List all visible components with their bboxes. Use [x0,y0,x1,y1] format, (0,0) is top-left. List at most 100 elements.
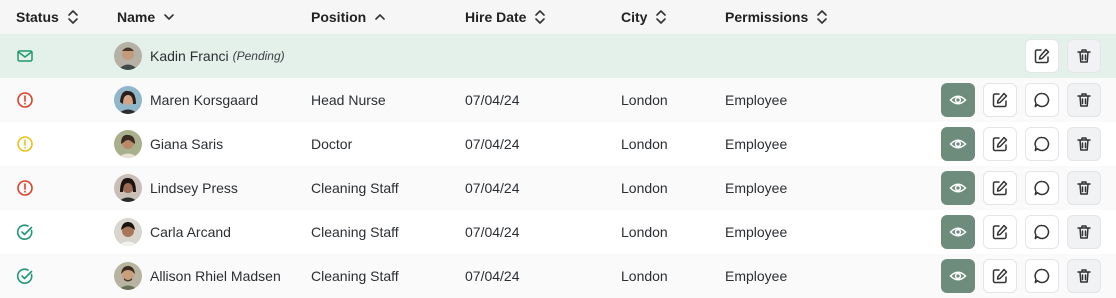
message-button[interactable] [1025,171,1059,205]
mail-icon [17,50,33,62]
chat-bubble-icon [1034,136,1050,152]
avatar [114,262,142,290]
table-row[interactable]: Carla Arcand Cleaning Staff 07/04/24 Lon… [0,210,1116,254]
hire-date-cell: 07/04/24 [465,136,520,152]
hire-date-cell: 07/04/24 [465,224,520,240]
employee-name: Maren Korsgaard [150,92,259,108]
sort-updown-icon [535,10,546,24]
name-cell: Maren Korsgaard [114,86,258,114]
position-cell: Cleaning Staff [311,180,399,196]
chevron-up-icon [375,14,386,20]
city-cell: London [621,180,668,196]
table-row-pending[interactable]: Kadin Franci (Pending) [0,34,1116,78]
message-button[interactable] [1025,83,1059,117]
delete-button[interactable] [1067,215,1101,249]
view-button[interactable] [941,83,975,117]
column-header-city-label: City [621,9,648,25]
name-cell: Giana Saris [114,130,223,158]
permissions-cell: Employee [725,92,788,108]
row-actions [941,83,1116,117]
employees-table: Status Name Position Hire Date City Perm… [0,0,1116,298]
chevron-down-icon [164,14,174,20]
name-cell: Allison Rhiel Madsen [114,262,281,290]
table-row[interactable]: Allison Rhiel Madsen Cleaning Staff 07/0… [0,254,1116,298]
sort-updown-icon [656,10,667,24]
avatar [114,218,142,246]
edit-icon [992,180,1008,196]
avatar [114,86,142,114]
column-header-name[interactable]: Name [117,9,175,25]
eye-icon [949,183,967,193]
edit-button[interactable] [1025,39,1059,73]
edit-icon [1034,48,1050,64]
city-cell: London [621,136,668,152]
employee-name: Carla Arcand [150,224,231,240]
employee-name: Lindsey Press [150,180,238,196]
alert-circle-icon [17,92,33,108]
column-header-status[interactable]: Status [16,9,79,25]
column-header-position[interactable]: Position [311,9,386,25]
message-button[interactable] [1025,259,1059,293]
column-header-hire-date[interactable]: Hire Date [465,9,546,25]
edit-icon [992,268,1008,284]
name-cell: Carla Arcand [114,218,231,246]
permissions-cell: Employee [725,224,788,240]
hire-date-cell: 07/04/24 [465,180,520,196]
column-header-permissions[interactable]: Permissions [725,9,828,25]
column-header-position-label: Position [311,9,367,25]
edit-button[interactable] [983,127,1017,161]
permissions-cell: Employee [725,268,788,284]
avatar [114,42,142,70]
message-button[interactable] [1025,127,1059,161]
employee-name: Allison Rhiel Madsen [150,268,281,284]
alert-circle-icon [17,136,33,152]
row-actions [1025,39,1116,73]
view-button[interactable] [941,127,975,161]
permissions-cell: Employee [725,136,788,152]
table-row[interactable]: Maren Korsgaard Head Nurse 07/04/24 Lond… [0,78,1116,122]
view-button[interactable] [941,215,975,249]
delete-button[interactable] [1067,259,1101,293]
sort-updown-icon [67,10,78,24]
column-header-status-label: Status [16,9,59,25]
edit-button[interactable] [983,259,1017,293]
employee-name: Kadin Franci [150,48,229,64]
table-row[interactable]: Lindsey Press Cleaning Staff 07/04/24 Lo… [0,166,1116,210]
avatar [114,174,142,202]
trash-icon [1077,225,1091,239]
column-header-city[interactable]: City [621,9,667,25]
edit-button[interactable] [983,171,1017,205]
row-actions [941,127,1116,161]
delete-button[interactable] [1067,83,1101,117]
hire-date-cell: 07/04/24 [465,268,520,284]
column-header-name-label: Name [117,9,156,25]
view-button[interactable] [941,259,975,293]
city-cell: London [621,224,668,240]
position-cell: Head Nurse [311,92,386,108]
sort-updown-icon [817,10,828,24]
delete-button[interactable] [1067,39,1101,73]
table-row[interactable]: Giana Saris Doctor 07/04/24 London Emplo… [0,122,1116,166]
edit-button[interactable] [983,83,1017,117]
permissions-cell: Employee [725,180,788,196]
chat-bubble-icon [1034,268,1050,284]
edit-icon [992,92,1008,108]
hire-date-cell: 07/04/24 [465,92,520,108]
avatar [114,130,142,158]
chat-bubble-icon [1034,180,1050,196]
trash-icon [1077,49,1091,63]
delete-button[interactable] [1067,171,1101,205]
message-button[interactable] [1025,215,1059,249]
employee-name: Giana Saris [150,136,224,152]
column-header-permissions-label: Permissions [725,9,809,25]
position-cell: Doctor [311,136,353,152]
trash-icon [1077,269,1091,283]
row-actions [941,259,1116,293]
delete-button[interactable] [1067,127,1101,161]
city-cell: London [621,92,668,108]
edit-button[interactable] [983,215,1017,249]
position-cell: Cleaning Staff [311,224,399,240]
view-button[interactable] [941,171,975,205]
eye-icon [949,139,967,149]
chat-bubble-icon [1034,92,1050,108]
